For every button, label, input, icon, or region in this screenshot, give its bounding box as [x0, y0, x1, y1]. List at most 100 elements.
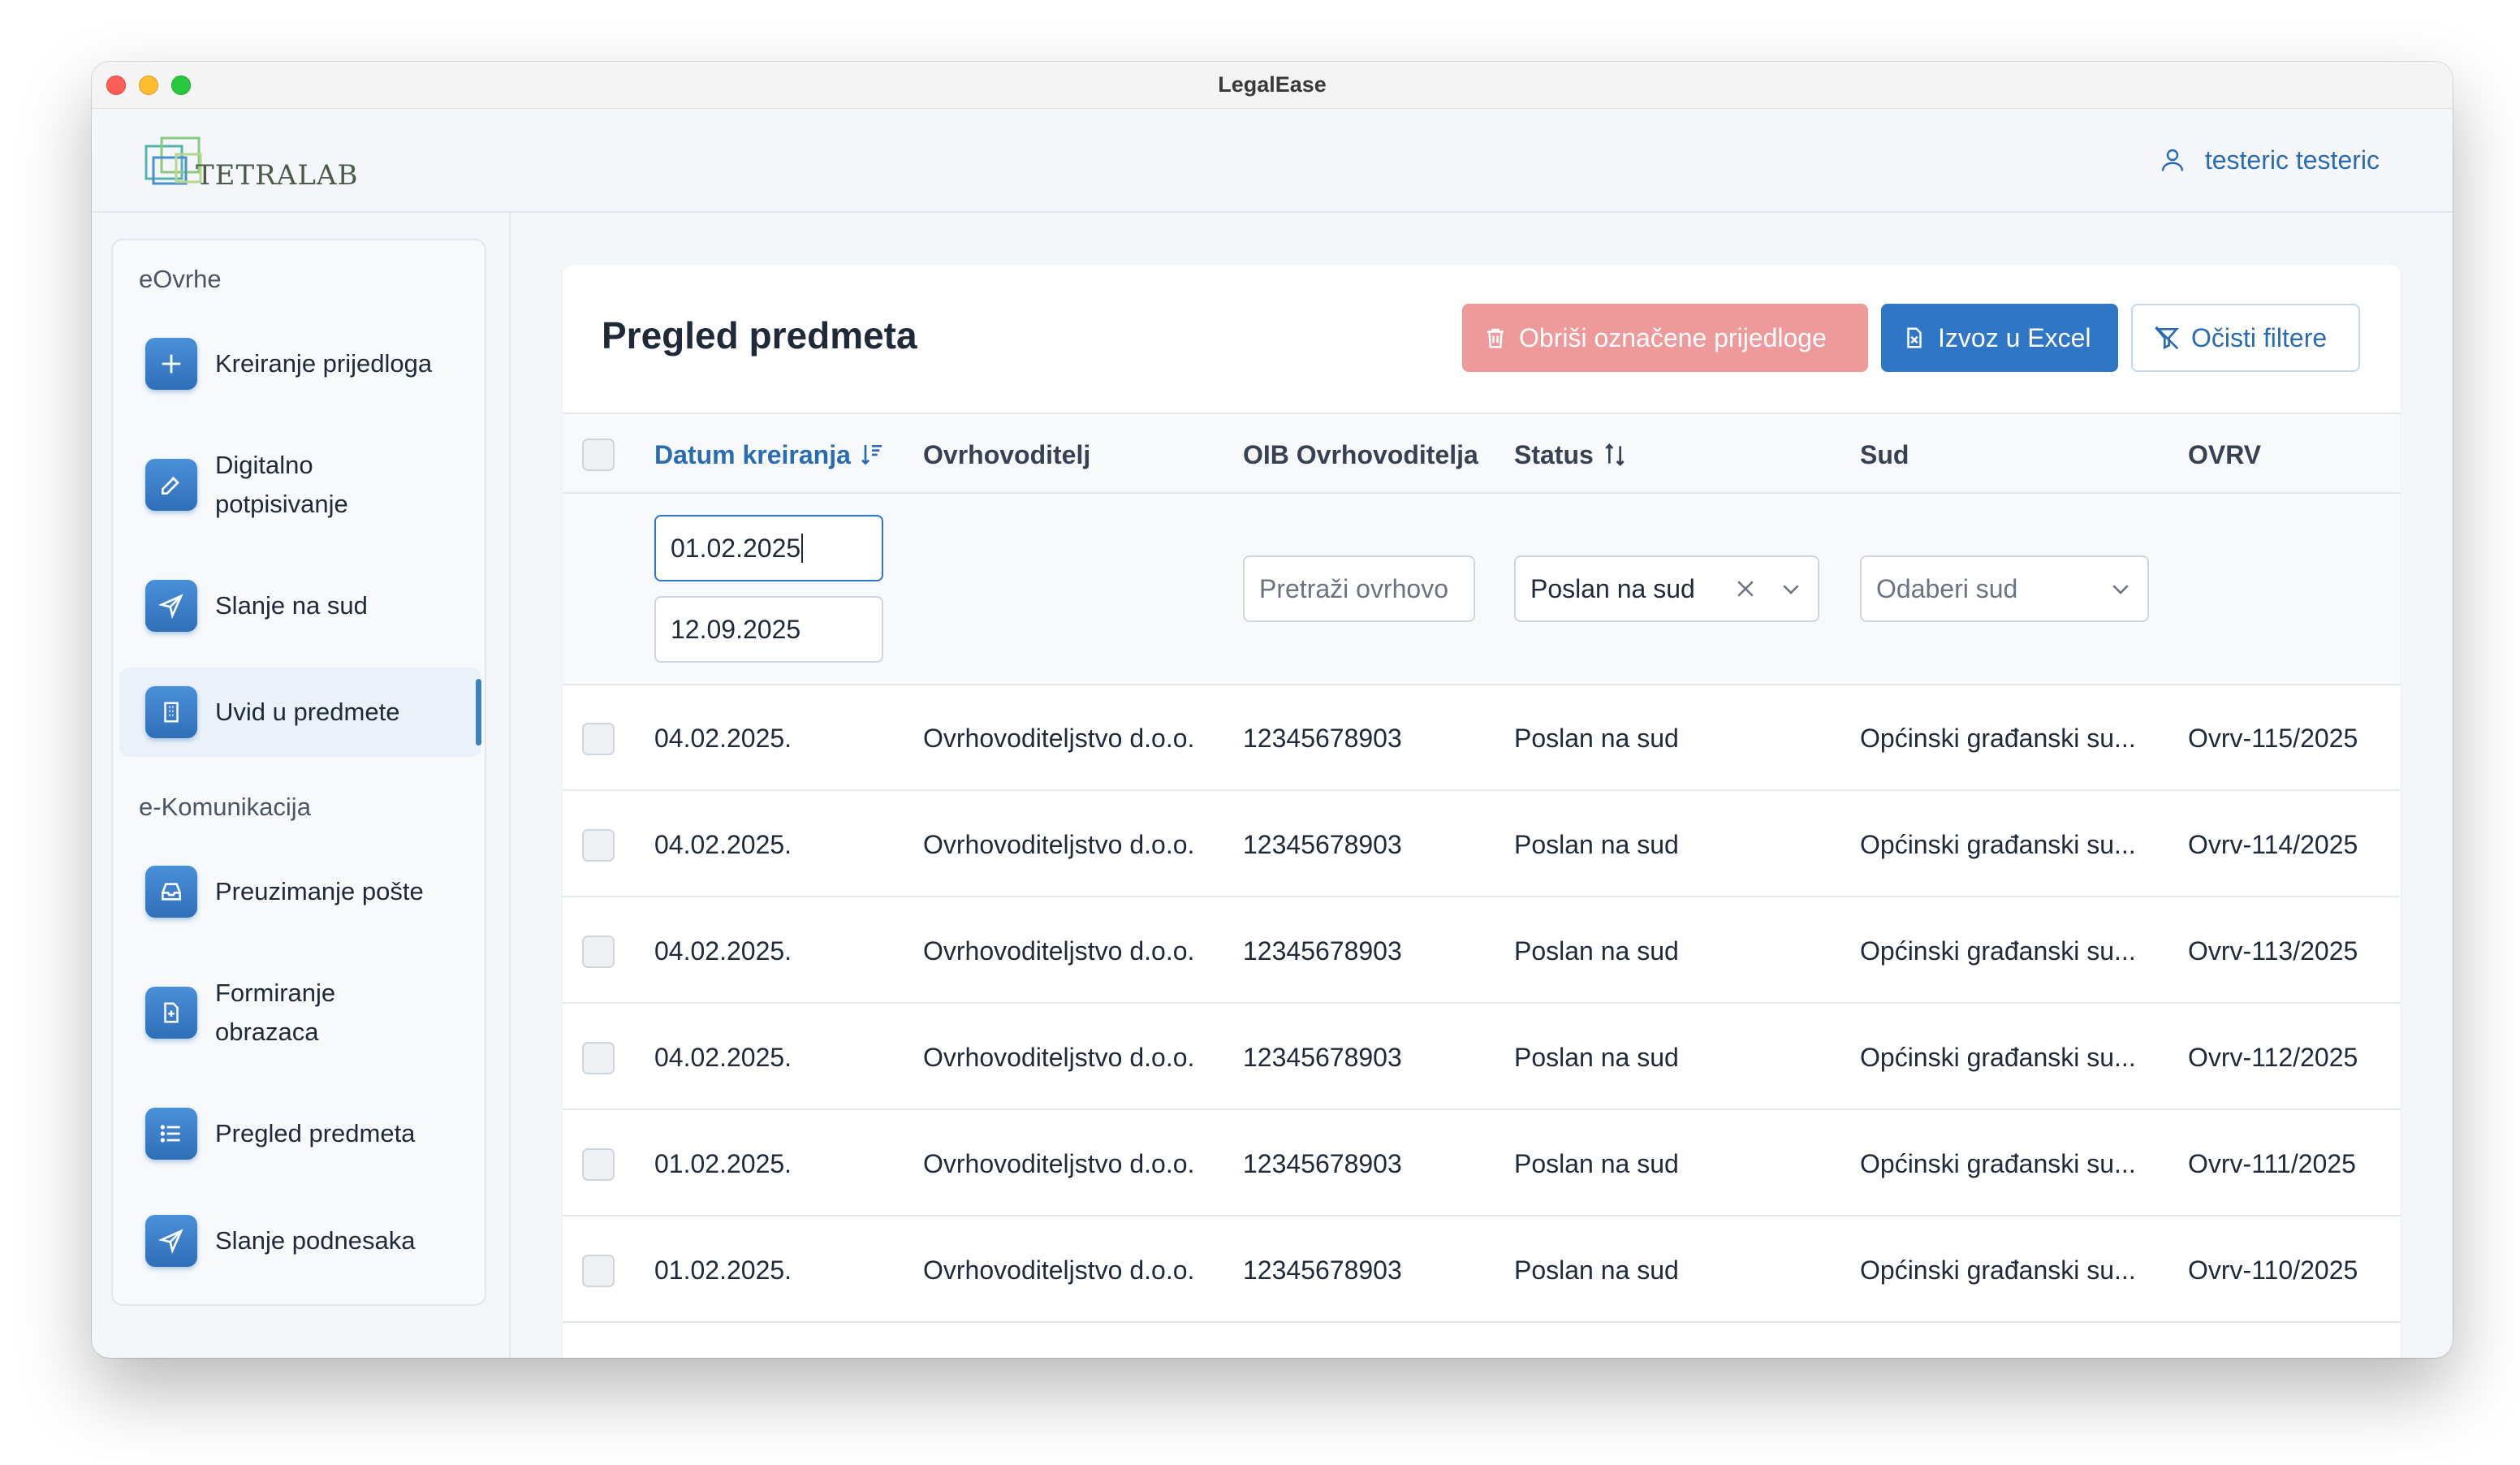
- sidebar-item-digitalno-potpisivanje[interactable]: Digitalno potpisivanje: [119, 440, 481, 529]
- cell-status: Poslan na sud: [1514, 1148, 1679, 1178]
- column-header-sud[interactable]: Sud: [1860, 414, 1909, 495]
- cell-court: Općinski građanski su...: [1860, 829, 2136, 859]
- cell-oib: 12345678903: [1243, 829, 1402, 859]
- sidebar-item-label: Formiranje: [215, 979, 336, 1007]
- sidebar-item-label: Kreiranje prijedloga: [215, 349, 433, 378]
- cell-status: Poslan na sud: [1514, 723, 1679, 753]
- column-header-oib[interactable]: OIB Ovrhovoditelja: [1243, 414, 1478, 495]
- column-header-ovrv[interactable]: OVRV: [2188, 414, 2261, 495]
- cell-ovrv: Ovrv-110/2025: [2188, 1255, 2358, 1285]
- send-icon: [145, 580, 197, 632]
- sidebar-item-label: Slanje na sud: [215, 591, 368, 620]
- sidebar-item-formiranje-obrazaca[interactable]: Formiranje obrazaca: [119, 968, 481, 1057]
- cell-ovrv: Ovrv-114/2025: [2188, 829, 2358, 859]
- sidebar-item-label: obrazaca: [215, 1018, 319, 1046]
- section-eovrhe: eOvrhe: [139, 265, 222, 293]
- oib-search-input[interactable]: Pretraži ovrhovo: [1243, 555, 1475, 622]
- sidebar-item-label: Pregled predmeta: [215, 1119, 416, 1147]
- user-icon: [2161, 149, 2184, 171]
- main-content: Pregled predmeta Obriši označene prijedl…: [563, 265, 2401, 1358]
- cell-oib: 12345678903: [1243, 1042, 1402, 1072]
- court-select[interactable]: Odaberi sud: [1860, 555, 2149, 622]
- cell-creditor: Ovrhovoditeljstvo d.o.o.: [923, 936, 1195, 966]
- user-name: testeric testeric: [2204, 145, 2380, 175]
- cell-oib: 12345678903: [1243, 723, 1402, 753]
- oib-search-placeholder: Pretraži ovrhovo: [1259, 573, 1448, 603]
- row-checkbox[interactable]: [582, 1255, 615, 1287]
- export-excel-button[interactable]: Izvoz u Excel: [1881, 304, 2118, 372]
- file-plus-icon: [145, 987, 197, 1039]
- section-e-komunikacija: e-Komunikacija: [139, 793, 311, 821]
- date-from-input[interactable]: 01.02.2025: [654, 515, 883, 581]
- cell-creditor: Ovrhovoditeljstvo d.o.o.: [923, 1148, 1195, 1178]
- cell-status: Poslan na sud: [1514, 829, 1679, 859]
- court-select-icons: [2108, 577, 2133, 601]
- chevron-down-icon[interactable]: [1779, 577, 1803, 601]
- table-row[interactable]: 01.02.2025. Ovrhovoditeljstvo d.o.o. 12345…: [563, 1111, 2401, 1217]
- cell-date: 04.02.2025.: [654, 1042, 792, 1072]
- sidebar-item-kreiranje-prijedloga[interactable]: Kreiranje prijedloga: [119, 331, 481, 396]
- cell-creditor: Ovrhovoditeljstvo d.o.o.: [923, 723, 1195, 753]
- status-select[interactable]: Poslan na sud: [1514, 555, 1819, 622]
- export-excel-label: Izvoz u Excel: [1938, 322, 2091, 352]
- date-to-input[interactable]: 12.09.2025: [654, 596, 883, 663]
- page-title: Pregled predmeta: [602, 314, 917, 357]
- cell-status: Poslan na sud: [1514, 1042, 1679, 1072]
- sidebar-item-uvid-u-predmete[interactable]: Uvid u predmete: [119, 668, 481, 757]
- list-icon: [145, 1108, 197, 1160]
- clear-filters-button[interactable]: Očisti filtere: [2131, 304, 2360, 372]
- table-row[interactable]: 04.02.2025. Ovrhovoditeljstvo d.o.o. 12345…: [563, 898, 2401, 1004]
- row-checkbox[interactable]: [582, 723, 615, 755]
- sort-both-icon: [1605, 443, 1625, 466]
- cell-date: 04.02.2025.: [654, 723, 792, 753]
- select-all-checkbox[interactable]: [582, 439, 615, 471]
- row-checkbox[interactable]: [582, 1042, 615, 1074]
- cell-status: Poslan na sud: [1514, 1255, 1679, 1285]
- close-window-button[interactable]: [106, 76, 126, 95]
- row-checkbox[interactable]: [582, 1148, 615, 1181]
- cell-date: 04.02.2025.: [654, 829, 792, 859]
- cell-date: 01.02.2025.: [654, 1255, 792, 1285]
- cell-court: Općinski građanski su...: [1860, 1042, 2136, 1072]
- zoom-window-button[interactable]: [171, 76, 191, 95]
- filter-row: 01.02.2025 12.09.2025 Pretraži ovrhovo P…: [563, 494, 2401, 685]
- sidebar-item-label: Uvid u predmete: [215, 698, 400, 726]
- table-row[interactable]: 04.02.2025. Ovrhovoditeljstvo d.o.o. 12345…: [563, 1005, 2401, 1110]
- filter-off-icon: [2155, 326, 2179, 350]
- row-checkbox[interactable]: [582, 936, 615, 968]
- text-caret: [801, 534, 804, 563]
- clear-x-icon[interactable]: [1733, 577, 1758, 601]
- table-row[interactable]: 01.02.2025. Ovrhovoditeljstvo d.o.o. 12345…: [563, 1217, 2401, 1323]
- cell-ovrv: Ovrv-112/2025: [2188, 1042, 2358, 1072]
- sidebar-item-slanje-na-sud[interactable]: Slanje na sud: [119, 573, 481, 638]
- delete-selected-label: Obriši označene prijedloge: [1519, 322, 1827, 352]
- user-menu[interactable]: testeric testeric: [2158, 145, 2380, 175]
- delete-selected-button[interactable]: Obriši označene prijedloge: [1462, 304, 1868, 372]
- table-row[interactable]: 04.02.2025. Ovrhovoditeljstvo d.o.o. 12345…: [563, 792, 2401, 897]
- sidebar-item-label-group: Digitalno potpisivanje: [215, 446, 348, 524]
- column-header-status[interactable]: Status: [1514, 414, 1628, 495]
- top-header: TETRALAB testeric testeric: [92, 109, 2453, 213]
- column-header-datum-kreiranja[interactable]: Datum kreiranja: [654, 414, 885, 495]
- chevron-down-icon[interactable]: [2108, 577, 2133, 601]
- column-header-ovrhovoditelj[interactable]: Ovrhovoditelj: [923, 414, 1090, 495]
- cell-ovrv: Ovrv-115/2025: [2188, 723, 2358, 753]
- row-checkbox[interactable]: [582, 829, 615, 862]
- minimize-window-button[interactable]: [139, 76, 158, 95]
- date-from-value: 01.02.2025: [671, 533, 801, 563]
- cell-oib: 12345678903: [1243, 936, 1402, 966]
- cell-creditor: Ovrhovoditeljstvo d.o.o.: [923, 1042, 1195, 1072]
- cell-ovrv: Ovrv-113/2025: [2188, 936, 2358, 966]
- building-icon: [145, 686, 197, 738]
- sidebar-item-label: Preuzimanje pošte: [215, 877, 424, 905]
- sidebar-item-preuzimanje-poste[interactable]: Preuzimanje pošte: [119, 859, 481, 924]
- excel-file-icon: [1907, 327, 1922, 348]
- status-select-icons: [1733, 577, 1803, 601]
- sidebar-item-label: Slanje podnesaka: [215, 1226, 416, 1255]
- table-row[interactable]: 04.02.2025. Ovrhovoditeljstvo d.o.o. 12345…: [563, 685, 2401, 791]
- sidebar-item-slanje-podnesaka[interactable]: Slanje podnesaka: [119, 1208, 481, 1273]
- cell-oib: 12345678903: [1243, 1255, 1402, 1285]
- cell-creditor: Ovrhovoditeljstvo d.o.o.: [923, 1255, 1195, 1285]
- sidebar-item-pregled-predmeta[interactable]: Pregled predmeta: [119, 1101, 481, 1166]
- sort-desc-icon: [861, 445, 882, 465]
